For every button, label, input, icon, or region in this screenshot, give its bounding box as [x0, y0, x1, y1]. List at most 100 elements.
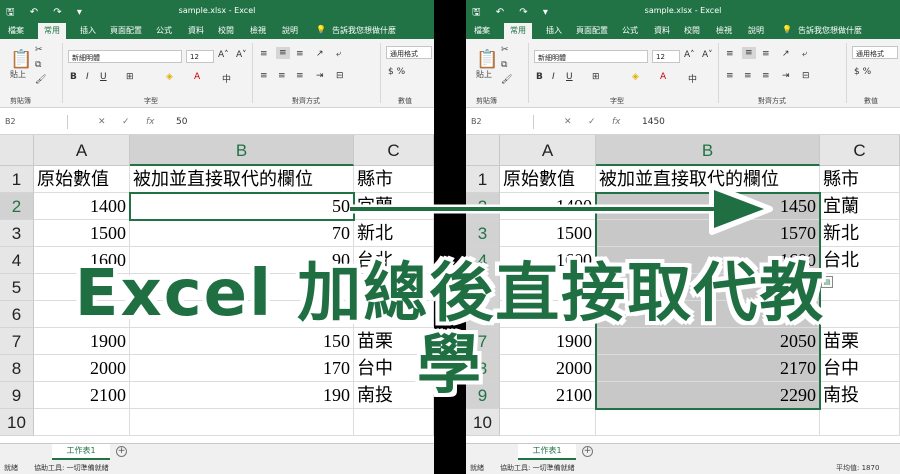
- tab-formulas[interactable]: 公式: [622, 25, 638, 36]
- tab-formulas[interactable]: 公式: [156, 25, 172, 36]
- cut-icon[interactable]: ✂: [501, 45, 509, 55]
- paste-button[interactable]: 貼上: [476, 69, 492, 80]
- cell-a10[interactable]: [500, 409, 596, 436]
- align-top-icon[interactable]: ≡: [726, 49, 734, 59]
- select-all-corner[interactable]: [0, 135, 34, 166]
- cut-icon[interactable]: ✂: [35, 45, 43, 55]
- cell-b9[interactable]: 190: [130, 382, 354, 409]
- cancel-icon[interactable]: ✕: [98, 117, 106, 127]
- tab-help[interactable]: 說明: [748, 25, 764, 36]
- underline-icon[interactable]: U: [566, 72, 573, 82]
- accessibility-status[interactable]: 協助工具: 一切準備就緒: [500, 463, 575, 473]
- tell-me-search[interactable]: 告訴我您想做什麼: [798, 25, 862, 36]
- column-header-b[interactable]: B: [596, 135, 820, 166]
- cell-a10[interactable]: [34, 409, 130, 436]
- border-icon[interactable]: ⊞: [126, 72, 134, 82]
- cell-b7[interactable]: 2050: [596, 328, 820, 355]
- align-middle-icon[interactable]: ≡: [276, 47, 290, 59]
- orientation-icon[interactable]: ↗: [782, 49, 790, 59]
- name-box[interactable]: B2: [2, 115, 68, 129]
- align-top-icon[interactable]: ≡: [260, 49, 268, 59]
- border-icon[interactable]: ⊞: [592, 72, 600, 82]
- cell-a7[interactable]: 1900: [34, 328, 130, 355]
- cell-a3[interactable]: 1500: [34, 220, 130, 247]
- align-left-icon[interactable]: ≡: [260, 71, 268, 81]
- cell-c1[interactable]: 縣市: [820, 166, 900, 193]
- align-bottom-icon[interactable]: ≡: [296, 49, 304, 59]
- cell-a1[interactable]: 原始數值: [34, 166, 130, 193]
- cell-a2[interactable]: 1400: [34, 193, 130, 220]
- align-bottom-icon[interactable]: ≡: [762, 49, 770, 59]
- align-left-icon[interactable]: ≡: [726, 71, 734, 81]
- row-header-2[interactable]: 2: [466, 193, 500, 220]
- font-name-box[interactable]: 新細明體: [534, 50, 648, 63]
- tab-view[interactable]: 檢視: [716, 25, 732, 36]
- row-header-3[interactable]: 3: [0, 220, 34, 247]
- orientation-icon[interactable]: ↗: [316, 49, 324, 59]
- column-header-a[interactable]: A: [500, 135, 596, 166]
- italic-icon[interactable]: I: [86, 72, 89, 82]
- font-size-box[interactable]: 12: [186, 50, 214, 63]
- cell-a7[interactable]: 1900: [500, 328, 596, 355]
- tab-home[interactable]: 常用: [38, 23, 66, 39]
- tab-review[interactable]: 校閱: [218, 25, 234, 36]
- phonetic-icon[interactable]: 中: [688, 72, 697, 85]
- merge-center-icon[interactable]: ⊟: [336, 71, 344, 81]
- wrap-text-icon[interactable]: ⤶: [336, 49, 341, 59]
- grow-font-icon[interactable]: A˄: [684, 50, 695, 60]
- enter-icon[interactable]: ✓: [588, 117, 596, 127]
- sheet-tab[interactable]: 工作表1: [52, 444, 110, 460]
- column-header-a[interactable]: A: [34, 135, 130, 166]
- copy-icon[interactable]: ⧉: [35, 60, 41, 70]
- merge-center-icon[interactable]: ⊟: [802, 71, 810, 81]
- currency-icon[interactable]: $ %: [388, 67, 405, 77]
- cell-c7[interactable]: 苗栗: [820, 328, 900, 355]
- function-icon[interactable]: fx: [612, 117, 621, 127]
- column-header-b[interactable]: B: [130, 135, 354, 166]
- cell-c10[interactable]: [354, 409, 434, 436]
- cell-a2[interactable]: 1400: [500, 193, 596, 220]
- shrink-font-icon[interactable]: A˅: [702, 50, 713, 60]
- cell-c9[interactable]: 南投: [820, 382, 900, 409]
- add-sheet-icon[interactable]: +: [582, 446, 593, 457]
- cancel-icon[interactable]: ✕: [564, 117, 572, 127]
- cell-c3[interactable]: 新北: [820, 220, 900, 247]
- row-header-4[interactable]: 4: [0, 247, 34, 274]
- cell-b1[interactable]: 被加並直接取代的欄位: [596, 166, 820, 193]
- cell-b2[interactable]: 1450: [596, 193, 820, 220]
- row-header-10[interactable]: 10: [466, 409, 500, 436]
- formula-input[interactable]: 1450: [642, 117, 665, 127]
- column-header-c[interactable]: C: [354, 135, 434, 166]
- clipboard-icon[interactable]: 📋: [10, 49, 32, 70]
- cell-b3[interactable]: 1570: [596, 220, 820, 247]
- cell-c3[interactable]: 新北: [354, 220, 434, 247]
- add-sheet-icon[interactable]: +: [116, 446, 127, 457]
- enter-icon[interactable]: ✓: [122, 117, 130, 127]
- row-header-1[interactable]: 1: [0, 166, 34, 193]
- wrap-text-icon[interactable]: ⤶: [802, 49, 807, 59]
- tab-data[interactable]: 資料: [654, 25, 670, 36]
- bold-icon[interactable]: B: [536, 72, 543, 82]
- fill-color-icon[interactable]: ◈: [166, 72, 173, 82]
- cell-b2[interactable]: 50: [130, 193, 354, 220]
- accessibility-status[interactable]: 協助工具: 一切準備就緒: [34, 463, 109, 473]
- font-color-icon[interactable]: A: [194, 72, 200, 82]
- underline-icon[interactable]: U: [100, 72, 107, 82]
- tab-insert[interactable]: 插入: [80, 25, 96, 36]
- row-header-3[interactable]: 3: [466, 220, 500, 247]
- clipboard-icon[interactable]: 📋: [476, 49, 498, 70]
- number-format-box[interactable]: 通用格式: [852, 46, 898, 59]
- tab-view[interactable]: 檢視: [250, 25, 266, 36]
- tab-page-layout[interactable]: 頁面配置: [576, 25, 608, 36]
- indent-icon[interactable]: ⇥: [316, 71, 324, 81]
- indent-icon[interactable]: ⇥: [782, 71, 790, 81]
- tab-help[interactable]: 說明: [282, 25, 298, 36]
- cell-a8[interactable]: 2000: [34, 355, 130, 382]
- cell-a3[interactable]: 1500: [500, 220, 596, 247]
- font-color-icon[interactable]: A: [660, 72, 666, 82]
- copy-icon[interactable]: ⧉: [501, 60, 507, 70]
- row-header-1[interactable]: 1: [466, 166, 500, 193]
- tab-file[interactable]: 檔案: [474, 25, 490, 36]
- tab-home[interactable]: 常用: [504, 23, 532, 39]
- cell-a1[interactable]: 原始數值: [500, 166, 596, 193]
